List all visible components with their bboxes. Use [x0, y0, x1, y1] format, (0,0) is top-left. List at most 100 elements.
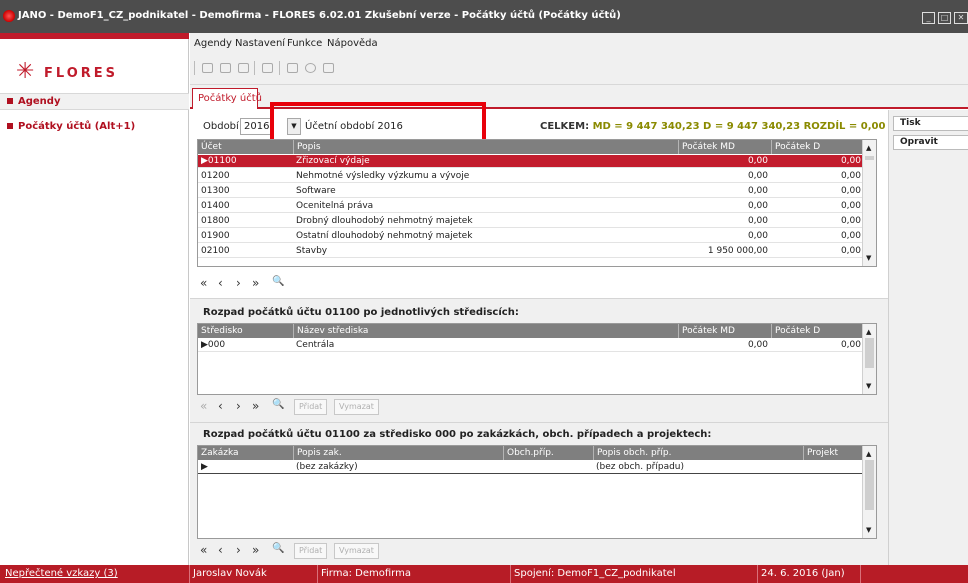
table-row[interactable]: ▶ (bez zakázky) (bez obch. případu): [198, 461, 864, 474]
print-button[interactable]: Tisk: [893, 116, 968, 131]
chat-icon[interactable]: [305, 63, 316, 73]
delete-button[interactable]: Vymazat: [334, 543, 379, 559]
scroll-down-icon[interactable]: ▼: [866, 382, 871, 390]
toolbar-separator: [279, 61, 280, 75]
last-record-icon[interactable]: »: [252, 276, 259, 290]
cell-d: 0,00: [771, 185, 864, 198]
col-projekt[interactable]: Projekt: [803, 446, 864, 460]
menu-napoveda[interactable]: Nápověda: [327, 38, 378, 49]
close-doc-icon[interactable]: [220, 63, 231, 73]
cell-ucet: 01200: [198, 170, 293, 183]
projects-grid-scrollbar[interactable]: ▲ ▼: [862, 446, 876, 538]
search-icon[interactable]: 🔍: [272, 399, 284, 410]
year-select[interactable]: 2016: [240, 118, 272, 135]
add-button[interactable]: Přidat: [294, 543, 328, 559]
cell-ucet-text: 01800: [201, 216, 230, 226]
cell-d: 0,00: [771, 230, 864, 243]
delete-button[interactable]: Vymazat: [334, 399, 379, 415]
projects-section: Rozpad počátků účtu 01100 za středisko 0…: [190, 422, 888, 565]
totals-label: CELKEM:: [540, 121, 590, 132]
cell-popis: Nehmotné výsledky výzkumu a vývoje: [293, 170, 678, 183]
cost-center-grid-scrollbar[interactable]: ▲ ▼: [862, 324, 876, 394]
cell-ucet: 01300: [198, 185, 293, 198]
col-popis[interactable]: Popis: [293, 140, 678, 154]
last-record-icon[interactable]: »: [252, 399, 259, 413]
table-row[interactable]: 01400 Ocenitelná práva 0,00 0,00: [198, 200, 864, 213]
table-row[interactable]: 01200 Nehmotné výsledky výzkumu a vývoje 0…: [198, 170, 864, 183]
cell-popis-text: Drobný dlouhodobý nehmotný majetek: [296, 216, 473, 226]
menu-funkce[interactable]: Funkce: [287, 38, 322, 49]
totals-md-label: MD =: [592, 121, 623, 132]
tab-pocatky-uctu[interactable]: Počátky účtů: [192, 88, 262, 109]
first-record-icon[interactable]: «: [200, 543, 207, 557]
sidebar-agendy-header[interactable]: Agendy: [0, 93, 189, 110]
print-icon[interactable]: [262, 63, 273, 73]
help-icon[interactable]: [287, 63, 298, 73]
prev-record-icon[interactable]: ‹: [218, 543, 223, 557]
unread-reports-link[interactable]: Nepřečtené vzkazy (3): [2, 565, 118, 583]
info-icon[interactable]: [323, 63, 334, 73]
col-pocatek-md[interactable]: Počátek MD: [678, 324, 771, 338]
menu-nastaveni[interactable]: Nastavení: [235, 38, 285, 49]
col-pocatek-md[interactable]: Počátek MD: [678, 140, 771, 154]
col-ucet[interactable]: Účet: [198, 140, 293, 154]
menu-agendy[interactable]: Agendy: [194, 38, 232, 49]
col-zakazka[interactable]: Zakázka: [198, 446, 293, 460]
toolbar-separator: [254, 61, 255, 75]
col-popis-zak[interactable]: Popis zak.: [293, 446, 503, 460]
scroll-thumb[interactable]: [865, 338, 874, 368]
next-record-icon[interactable]: ›: [236, 399, 241, 413]
col-nazev-strediska[interactable]: Název střediska: [293, 324, 678, 338]
sidebar-item-pocatky-uctu[interactable]: Počátky účtů (Alt+1): [0, 121, 189, 135]
minimize-icon[interactable]: _: [922, 12, 935, 24]
accounts-grid-scrollbar[interactable]: ▲ ▼: [862, 140, 876, 266]
first-record-icon[interactable]: «: [200, 399, 207, 413]
table-row[interactable]: ▶000 Centrála 0,00 0,00: [198, 339, 864, 352]
cell-d: 0,00: [771, 245, 864, 258]
search-icon[interactable]: 🔍: [272, 276, 284, 287]
cell-d: 0,00: [840, 340, 861, 350]
scroll-down-icon[interactable]: ▼: [866, 254, 871, 262]
col-pocatek-d[interactable]: Počátek D: [771, 324, 864, 338]
grid-icon[interactable]: [238, 63, 249, 73]
table-row[interactable]: ▶01100 Zřizovací výdaje 0,00 0,00: [198, 155, 864, 168]
table-row[interactable]: 01800 Drobný dlouhodobý nehmotný majetek 0…: [198, 215, 864, 228]
status-user: Jaroslav Novák: [189, 565, 267, 583]
cell-ucet: 02100: [198, 245, 293, 258]
status-company: Firma: Demofirma: [317, 565, 411, 583]
cell-ucet-text: 01300: [201, 186, 230, 196]
first-record-icon[interactable]: «: [200, 276, 207, 290]
scroll-thumb[interactable]: [865, 460, 874, 510]
next-record-icon[interactable]: ›: [236, 543, 241, 557]
cell-md: 0,00: [678, 170, 771, 183]
maximize-icon[interactable]: □: [938, 12, 951, 24]
square-bullet-icon: [7, 123, 13, 129]
toolbar-separator: [194, 61, 195, 75]
last-record-icon[interactable]: »: [252, 543, 259, 557]
col-obch-prip[interactable]: Obch.příp.: [503, 446, 593, 460]
col-pocatek-d[interactable]: Počátek D: [771, 140, 864, 154]
table-row[interactable]: 01300 Software 0,00 0,00: [198, 185, 864, 198]
next-record-icon[interactable]: ›: [236, 276, 241, 290]
scroll-thumb[interactable]: [865, 156, 874, 160]
scroll-up-icon[interactable]: ▲: [866, 328, 871, 336]
cell-ucet: ▶01100: [198, 155, 293, 168]
edit-button[interactable]: Opravit: [893, 135, 968, 150]
table-row[interactable]: 01900 Ostatní dlouhodobý nehmotný majetek…: [198, 230, 864, 243]
prev-record-icon[interactable]: ‹: [218, 399, 223, 413]
action-panel: Tisk Opravit: [888, 110, 968, 565]
cell-md: 0,00: [678, 185, 771, 198]
scroll-up-icon[interactable]: ▲: [866, 450, 871, 458]
open-folder-icon[interactable]: [202, 63, 213, 73]
search-icon[interactable]: 🔍: [272, 543, 284, 554]
table-row[interactable]: 02100 Stavby 1 950 000,00 0,00: [198, 245, 864, 258]
cell-popis-text: Nehmotné výsledky výzkumu a vývoje: [296, 171, 470, 181]
scroll-up-icon[interactable]: ▲: [866, 144, 871, 152]
cell-d: 0,00: [771, 155, 864, 168]
close-icon[interactable]: ✕: [954, 12, 968, 24]
col-stredisko[interactable]: Středisko: [198, 324, 293, 338]
scroll-down-icon[interactable]: ▼: [866, 526, 871, 534]
col-popis-obch-prip[interactable]: Popis obch. příp.: [593, 446, 803, 460]
add-button[interactable]: Přidat: [294, 399, 328, 415]
prev-record-icon[interactable]: ‹: [218, 276, 223, 290]
